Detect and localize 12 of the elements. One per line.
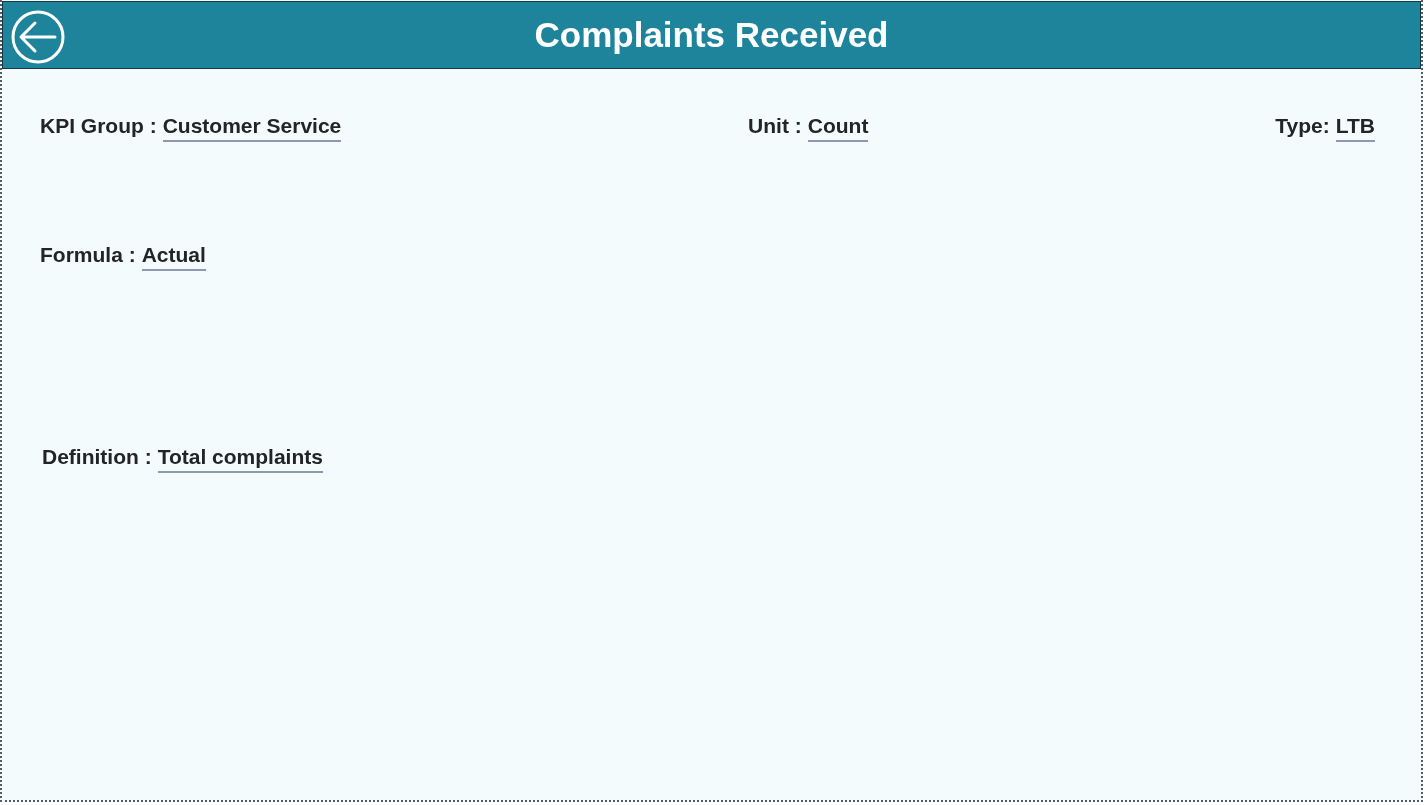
field-label: Definition : <box>42 444 152 470</box>
field-label: KPI Group : <box>40 113 157 139</box>
field-value: Customer Service <box>162 113 342 142</box>
field-label: Unit : <box>748 113 802 139</box>
field-label: Formula : <box>40 242 136 268</box>
field-value: Count <box>807 113 869 142</box>
field-value: LTB <box>1335 113 1375 142</box>
field-value: Actual <box>141 242 206 271</box>
back-button[interactable] <box>11 10 65 64</box>
field-value: Total complaints <box>157 444 323 473</box>
page-title: Complaints Received <box>534 14 889 56</box>
field-label: Type: <box>1275 113 1330 139</box>
